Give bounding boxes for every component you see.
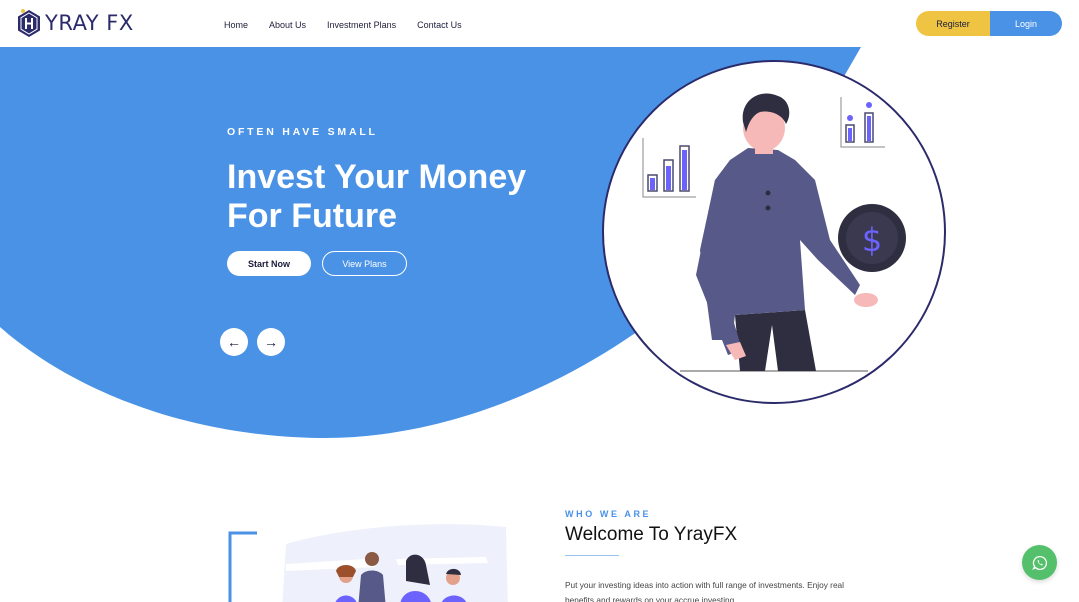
login-button[interactable]: Login [990,11,1062,36]
nav-item-home[interactable]: Home [224,20,248,30]
about-body: Put your investing ideas into action wit… [565,580,845,602]
main-nav: Home About Us Investment Plans Contact U… [224,20,483,30]
investor-illustration: $ [602,60,946,404]
site-header: YRAY FX Home About Us Investment Plans C… [0,0,1079,47]
start-now-button[interactable]: Start Now [227,251,311,276]
whatsapp-button[interactable] [1022,545,1057,580]
hero-eyebrow: OFTEN HAVE SMALL [227,126,378,138]
hero-headline: Invest Your Money For Future [227,158,527,235]
about-section: WHO WE ARE Welcome To YrayFX Put your in… [565,509,855,602]
hero-actions: Start Now View Plans [227,251,407,276]
nav-item-about-us[interactable]: About Us [269,20,306,30]
whatsapp-icon [1031,555,1047,570]
brand-logo[interactable]: YRAY FX [17,9,134,38]
about-eyebrow: WHO WE ARE [565,509,652,519]
register-button[interactable]: Register [916,11,990,36]
view-plans-button[interactable]: View Plans [322,251,407,276]
hero-content: OFTEN HAVE SMALL Invest Your Money For F… [227,126,567,236]
nav-item-investment-plans[interactable]: Investment Plans [327,20,396,30]
team-illustration [228,524,508,602]
dollar-coin-icon: $ [838,204,906,272]
about-divider [565,555,619,556]
arrow-left-icon[interactable]: ← [220,328,248,356]
auth-buttons: Register Login [916,11,1062,36]
arrow-right-icon[interactable]: → [257,328,285,356]
logo-hexagon-icon [18,9,40,37]
coin-symbol: $ [862,221,882,259]
brand-name: YRAY FX [45,11,134,35]
about-title: Welcome To YrayFX [565,524,738,545]
nav-item-contact-us[interactable]: Contact Us [417,20,462,30]
slider-controls: ← → [220,328,294,356]
